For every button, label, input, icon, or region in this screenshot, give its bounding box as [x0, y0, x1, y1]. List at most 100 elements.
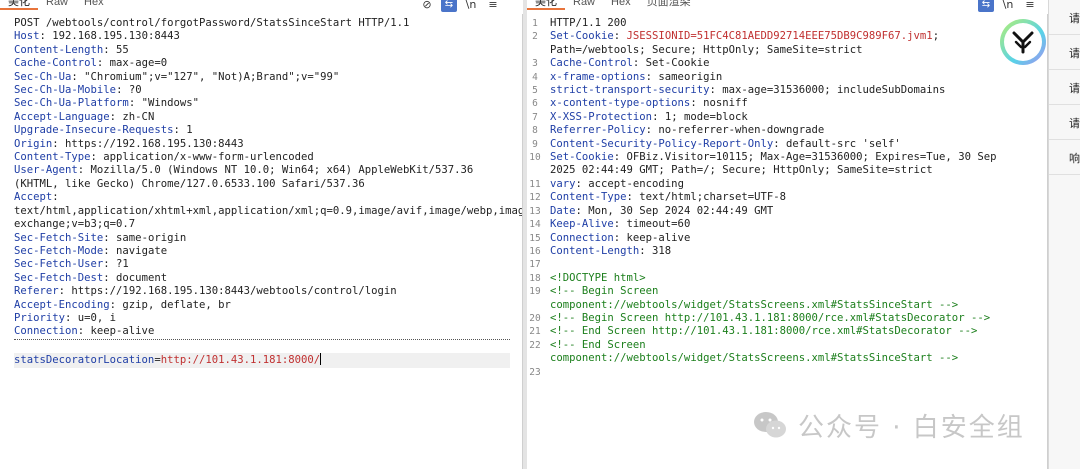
- newline-icon[interactable]: \n: [1000, 0, 1016, 12]
- html-comment: <!-- End Screen component://webtools/wid…: [550, 338, 959, 365]
- request-line: Sec-Fetch-Site: same-origin: [14, 232, 510, 245]
- header-name: Date: [550, 204, 576, 217]
- line-content: strict-transport-security: max-age=31536…: [546, 84, 1047, 97]
- eye-slash-icon[interactable]: ⊘: [419, 0, 435, 12]
- line-content: <!DOCTYPE html>: [546, 272, 1047, 285]
- header-value: : zh-CN: [109, 110, 155, 123]
- wrap-lines-icon[interactable]: ⇆: [978, 0, 994, 12]
- request-line: POST /webtools/control/forgotPassword/St…: [14, 17, 510, 30]
- html-comment: <!DOCTYPE html>: [550, 271, 646, 284]
- request-line: Host: 192.168.195.130:8443: [14, 30, 510, 43]
- tab-response-pretty[interactable]: 美化: [527, 0, 565, 10]
- line-number: 16: [529, 245, 541, 257]
- header-value: : accept-encoding: [575, 177, 684, 190]
- request-line: Content-Type: application/x-www-form-url…: [14, 151, 510, 164]
- header-value: :: [613, 30, 627, 43]
- header-value: [550, 258, 556, 270]
- header-value: : document: [103, 271, 168, 284]
- header-name: Content-Type: [550, 191, 627, 204]
- response-line: 8 Referrer-Policy: no-referrer-when-downg…: [524, 124, 1047, 137]
- response-text[interactable]: 1 HTTP/1.1 200 2 Set-Cookie: JSESSIONID=51F…: [524, 14, 1047, 379]
- response-line: 23: [524, 366, 1047, 379]
- side-list-item[interactable]: 请: [1049, 0, 1080, 35]
- side-list-item[interactable]: 请: [1049, 70, 1080, 105]
- header-value: : timeout=60: [613, 218, 691, 231]
- header-name: Set-Cookie: [550, 30, 614, 43]
- header-name: vary: [550, 177, 576, 190]
- request-line: Content-Length: 55: [14, 44, 510, 57]
- logo-mark-icon: [1004, 23, 1042, 61]
- response-line: 1 HTTP/1.1 200: [524, 17, 1047, 30]
- request-body: statsDecoratorLocation=http://101.43.1.1…: [14, 353, 510, 368]
- response-line: 4 x-frame-options: sameorigin: [524, 71, 1047, 84]
- request-text[interactable]: POST /webtools/control/forgotPassword/St…: [0, 14, 522, 368]
- header-value: : 192.168.195.130:8443: [39, 30, 180, 43]
- side-list-item[interactable]: 请: [1049, 35, 1080, 70]
- line-content: [546, 366, 1047, 379]
- request-line: User-Agent: Mozilla/5.0 (Windows NT 10.0…: [14, 164, 510, 191]
- header-name: Keep-Alive: [550, 218, 614, 231]
- menu-icon[interactable]: ≡: [485, 0, 501, 12]
- line-content: Set-Cookie: JSESSIONID=51FC4C81AEDD92714…: [546, 30, 1047, 57]
- header-name: Upgrade-Insecure-Requests: [14, 124, 174, 137]
- header-name: x-content-type-options: [550, 97, 691, 110]
- request-line: Accept-Language: zh-CN: [14, 111, 510, 124]
- wechat-icon: [754, 412, 786, 438]
- line-number: 10: [529, 152, 541, 164]
- response-line: 5 strict-transport-security: max-age=3153…: [524, 84, 1047, 97]
- request-line: Sec-Ch-Ua-Platform: "Windows": [14, 97, 510, 110]
- response-line: 15 Connection: keep-alive: [524, 232, 1047, 245]
- header-name: Sec-Ch-Ua-Platform: [14, 97, 129, 110]
- line-content: x-content-type-options: nosniff: [546, 97, 1047, 110]
- header-name: Set-Cookie: [550, 151, 614, 164]
- header-name: Content-Length: [550, 244, 640, 257]
- line-number: 11: [529, 178, 541, 190]
- newline-icon[interactable]: \n: [463, 0, 479, 12]
- tab-request-hex[interactable]: Hex: [76, 0, 112, 10]
- line-number: 22: [529, 339, 541, 351]
- menu-icon[interactable]: ≡: [1022, 0, 1038, 12]
- header-value: HTTP/1.1 200: [550, 17, 627, 29]
- header-value: : OFBiz.Visitor=10115; Max-Age=31536000;…: [550, 151, 1003, 177]
- response-viewer[interactable]: 1 HTTP/1.1 200 2 Set-Cookie: JSESSIONID=51F…: [524, 14, 1048, 469]
- side-list-item[interactable]: 响: [1049, 140, 1080, 175]
- header-value: : keep-alive: [77, 325, 155, 338]
- header-name: Accept-Encoding: [14, 298, 110, 311]
- line-number: 12: [529, 192, 541, 204]
- header-value: : no-referrer-when-downgrade: [645, 124, 825, 137]
- tab-request-raw[interactable]: Raw: [38, 0, 76, 10]
- header-name: X-XSS-Protection: [550, 110, 653, 123]
- response-line: 7 X-XSS-Protection: 1; mode=block: [524, 111, 1047, 124]
- header-name: Priority: [14, 311, 66, 324]
- header-name: Content-Security-Policy-Report-Only: [550, 137, 774, 150]
- wrap-lines-icon[interactable]: ⇆: [441, 0, 457, 12]
- header-value: : 1: [173, 124, 193, 137]
- tab-response-render[interactable]: 页面渲染: [639, 0, 699, 10]
- tab-response-hex[interactable]: Hex: [603, 0, 639, 10]
- header-name: Sec-Fetch-Site: [14, 231, 104, 244]
- line-content: Set-Cookie: OFBiz.Visitor=10115; Max-Age…: [546, 151, 1047, 178]
- line-number: 19: [529, 286, 541, 298]
- line-content: <!-- End Screen http://101.43.1.181:8000…: [546, 325, 1047, 338]
- header-value: : max-age=0: [96, 57, 168, 70]
- line-content: <!-- Begin Screen http://101.43.1.181:80…: [546, 312, 1047, 325]
- tab-request-pretty[interactable]: 美化: [0, 0, 38, 10]
- tab-response-raw[interactable]: Raw: [565, 0, 603, 10]
- response-line: 11 vary: accept-encoding: [524, 178, 1047, 191]
- request-line: Accept: text/html,application/xhtml+xml,…: [14, 191, 522, 231]
- request-line: Cache-Control: max-age=0: [14, 57, 510, 70]
- side-list-item[interactable]: 请: [1049, 105, 1080, 140]
- extension-logo: [1000, 19, 1046, 65]
- line-content: Content-Length: 318: [546, 245, 1047, 258]
- header-value: : nosniff: [690, 97, 748, 110]
- request-line: Sec-Ch-Ua-Mobile: ?0: [14, 84, 510, 97]
- request-editor[interactable]: POST /webtools/control/forgotPassword/St…: [0, 14, 523, 469]
- line-number: 4: [532, 71, 538, 83]
- request-line: Sec-Fetch-Dest: document: [14, 272, 510, 285]
- line-content: X-XSS-Protection: 1; mode=block: [546, 111, 1047, 124]
- header-value: : https://192.168.195.130:8443: [52, 137, 244, 150]
- header-name: Sec-Fetch-Mode: [14, 244, 104, 257]
- header-name: User-Agent: [14, 164, 78, 177]
- header-value: : application/x-www-form-urlencoded: [90, 151, 314, 164]
- header-value: : same-origin: [103, 231, 187, 244]
